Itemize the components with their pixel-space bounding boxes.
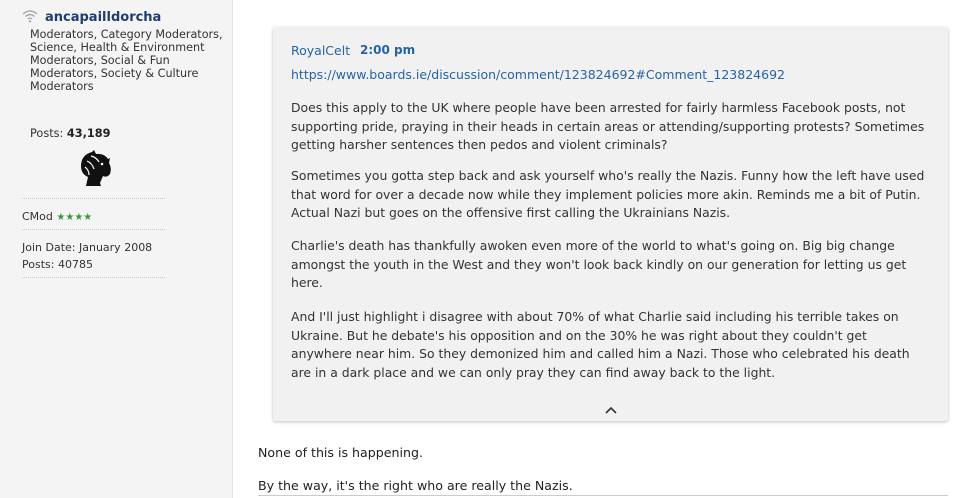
posts-label: Posts: (30, 127, 64, 140)
join-date: Join Date: January 2008 (22, 241, 153, 254)
quote-paragraph: Does this apply to the UK where people h… (291, 100, 925, 153)
rank-label: CMod (22, 210, 53, 223)
quote-paragraph: Charlie's death has thankfully awoken ev… (291, 238, 907, 291)
sidebar-divider (22, 277, 165, 278)
post-divider (258, 495, 948, 496)
total-posts: Posts: 40785 (22, 258, 93, 271)
user-info-sidebar: ancapailldorcha Moderators, Category Mod… (0, 0, 233, 498)
quote-author-link[interactable]: RoyalCelt (291, 43, 350, 58)
quote-paragraph: And I'll just highlight i disagree with … (291, 309, 910, 380)
user-stats: Join Date: January 2008 Posts: 40785 (22, 239, 152, 273)
horse-head-icon[interactable] (77, 150, 113, 188)
quote-paragraph: Sometimes you gotta step back and ask yo… (291, 168, 925, 221)
user-roles: Moderators, Category Moderators, Science… (30, 28, 223, 93)
sidebar-divider (22, 198, 165, 199)
reply-text: None of this is happening. (258, 445, 423, 460)
quote-timestamp: 2:00 pm (360, 43, 416, 57)
sidebar-divider (22, 229, 165, 230)
wifi-icon (22, 10, 38, 23)
posts-value: 43,189 (66, 127, 111, 140)
posts-count: Posts: 43,189 (30, 127, 111, 140)
quote-block: RoyalCelt 2:00 pm https://www.boards.ie/… (273, 27, 948, 421)
reply-text: By the way, it's the right who are reall… (258, 478, 573, 493)
rank-stars: ★★★★ (56, 212, 93, 223)
user-rank: CMod ★★★★ (22, 210, 92, 223)
chevron-up-icon[interactable] (604, 405, 618, 415)
username-link[interactable]: ancapailldorcha (45, 10, 161, 25)
quote-source-link[interactable]: https://www.boards.ie/discussion/comment… (291, 67, 785, 82)
